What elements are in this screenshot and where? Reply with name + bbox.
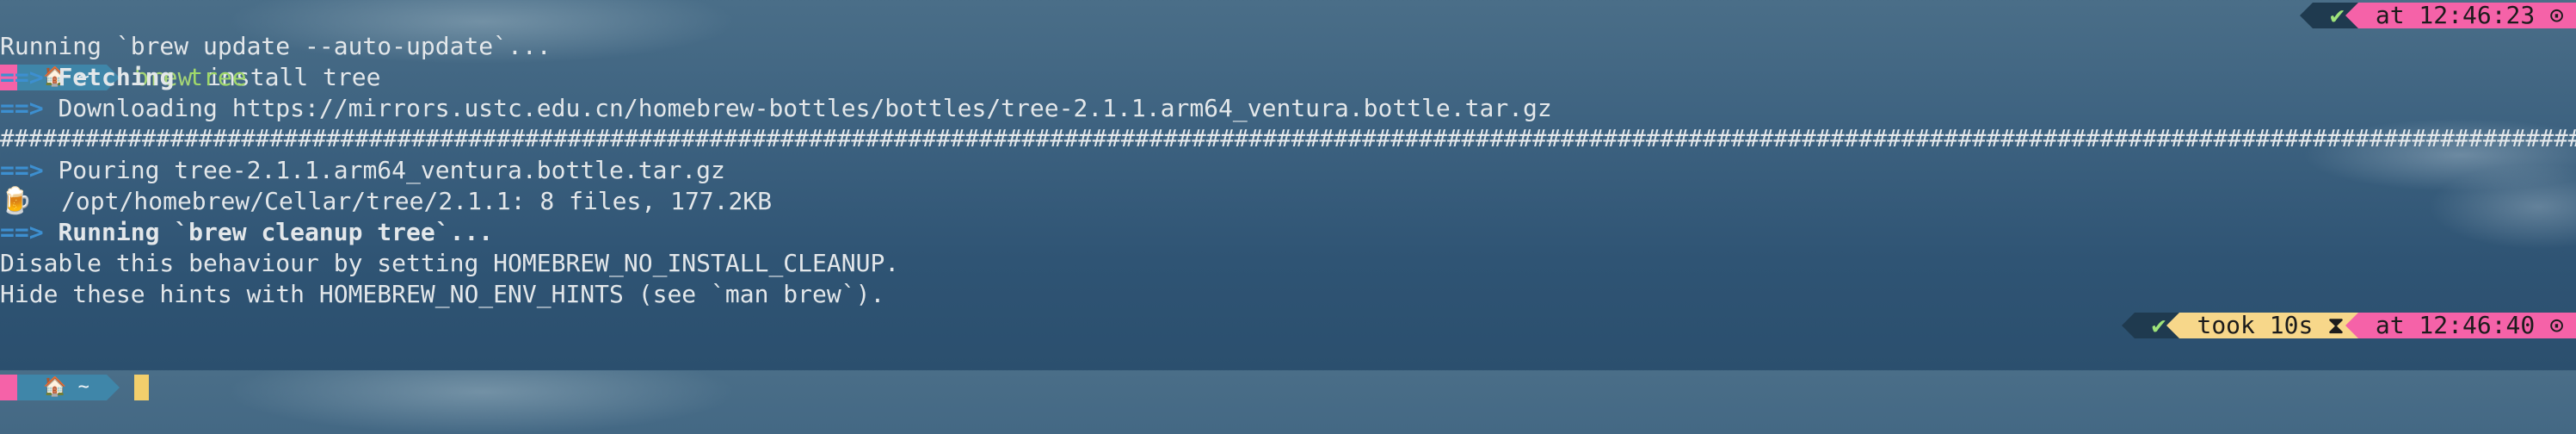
home-dir-segment: 🏠 ~: [17, 375, 120, 400]
output-line-7: ==> Running `brew cleanup tree`...: [0, 217, 493, 248]
progress-bar: ########################################…: [0, 126, 2576, 152]
fetching-label: Fetching: [58, 63, 175, 91]
arrow-marker: ==>: [0, 63, 44, 91]
arrow-marker: ==>: [0, 218, 44, 246]
prompt-left: 🏠 ~: [0, 372, 149, 403]
output-line-2: ==> Fetching tree: [0, 62, 247, 93]
output-line-6: 🍺 /opt/homebrew/Cellar/tree/2.1.1: 8 fil…: [0, 186, 772, 217]
output-line-3: ==> Downloading https://mirrors.ustc.edu…: [0, 93, 1552, 124]
download-url-text: Downloading https://mirrors.ustc.edu.cn/…: [58, 94, 1552, 122]
right-prompt-bottom: ✔ took 10s ⧗ at 12:46:40 ⊙: [2121, 310, 2576, 341]
apple-icon: [0, 375, 30, 400]
output-line-5: ==> Pouring tree-2.1.1.arm64_ventura.bot…: [0, 155, 725, 186]
output-line-9: Hide these hints with HOMEBREW_NO_ENV_HI…: [0, 280, 885, 308]
terminal-cursor[interactable]: [133, 375, 149, 400]
cleanup-text: Running `brew cleanup tree`...: [58, 218, 494, 246]
output-line-1: Running `brew update --auto-update`...: [0, 32, 552, 60]
package-name: tree: [188, 63, 247, 91]
timestamp-bottom: at 12:46:40 ⊙: [2345, 313, 2576, 338]
output-line-8: Disable this behaviour by setting HOMEBR…: [0, 249, 900, 277]
pouring-text: Pouring tree-2.1.1.arm64_ventura.bottle.…: [58, 156, 725, 184]
prompt-line-2: 🏠 ~: [0, 310, 149, 400]
arrow-marker: ==>: [0, 156, 44, 184]
beer-icon: 🍺: [0, 186, 33, 216]
duration-segment: took 10s ⧗: [2166, 313, 2358, 338]
right-prompt-top: ✔ at 12:46:23 ⊙: [2300, 0, 2576, 31]
arrow-marker: ==>: [0, 94, 44, 122]
prompt-line-1: 🏠 ~ brew install tree: [0, 0, 380, 91]
cellar-path-text: /opt/homebrew/Cellar/tree/2.1.1: 8 files…: [61, 187, 773, 215]
timestamp-top: at 12:46:23 ⊙: [2345, 3, 2576, 28]
